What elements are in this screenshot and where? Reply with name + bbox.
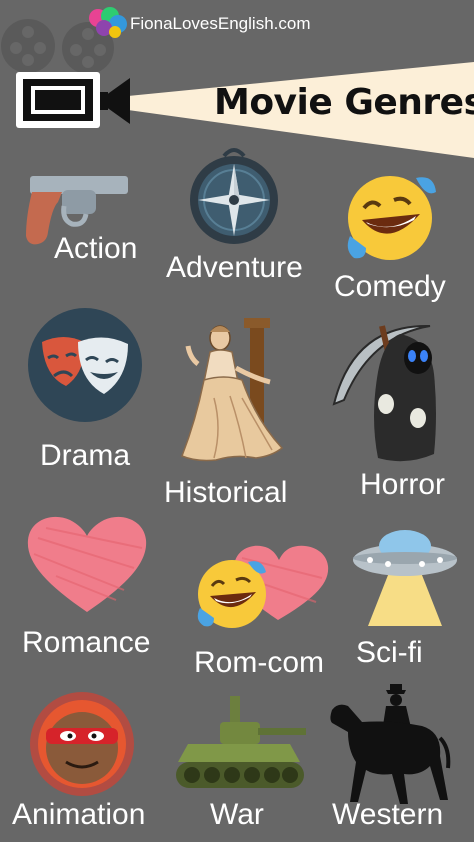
genre-label-western: Western	[332, 798, 444, 831]
laughing-face-icon	[347, 176, 436, 260]
grim-reaper-icon	[332, 324, 436, 462]
compass-icon	[190, 148, 278, 244]
genre-label-romance: Romance	[22, 626, 151, 659]
genre-label-action: Action	[54, 232, 138, 265]
genre-label-horror: Horror	[360, 468, 446, 501]
genre-label-rom-com: Rom-com	[194, 646, 325, 679]
genre-label-comedy: Comedy	[334, 270, 446, 303]
heart-and-laughing-face-icon	[197, 545, 329, 628]
genre-label-animation: Animation	[12, 798, 146, 831]
brand-name[interactable]: FionaLovesEnglish.com	[130, 14, 310, 34]
heart-icon	[27, 516, 147, 612]
movie-camera-icon	[16, 72, 130, 128]
cartoon-face-icon	[30, 692, 134, 796]
movie-genres-poster: FionaLovesEnglish.com Movie Genres Actio…	[0, 0, 474, 842]
theater-masks-icon	[28, 308, 142, 422]
page-title: Movie Genres	[214, 82, 474, 123]
historical-lady-icon	[181, 318, 284, 462]
genre-label-historical: Historical	[164, 476, 288, 509]
brand-logo-icon	[89, 7, 127, 38]
tank-icon	[176, 696, 306, 788]
cowboy-on-horse-icon	[330, 684, 451, 804]
genre-label-drama: Drama	[40, 439, 131, 472]
genre-label-adventure: Adventure	[166, 251, 303, 284]
ufo-icon	[353, 530, 457, 626]
genre-label-war: War	[210, 798, 264, 831]
genre-label-sci-fi: Sci-fi	[356, 636, 423, 669]
